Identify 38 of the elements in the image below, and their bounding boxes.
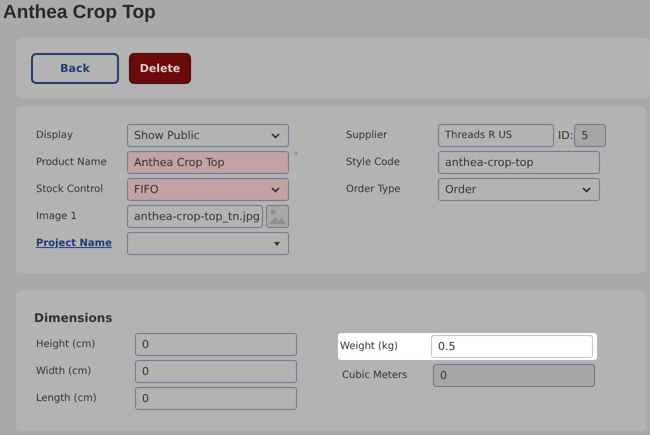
- dropdown[interactable]: [127, 232, 289, 255]
- field-label: Display: [36, 130, 74, 141]
- chevron-down-icon: [582, 186, 591, 192]
- image-icon[interactable]: [266, 205, 289, 228]
- field-label: Length (cm): [36, 393, 98, 404]
- input-field[interactable]: Threads R US: [438, 124, 554, 147]
- field-label: Stock Control: [36, 184, 104, 195]
- field-label: Supplier: [346, 130, 388, 141]
- id-label: ID:: [558, 129, 574, 142]
- section-title: Dimensions: [34, 311, 114, 325]
- chevron-down-icon: [271, 132, 280, 138]
- dropdown[interactable]: Show Public: [127, 124, 289, 147]
- dropdown[interactable]: FIFO: [127, 178, 289, 201]
- input-field[interactable]: anthea-crop-top: [438, 151, 600, 174]
- delete-button[interactable]: Delete: [129, 52, 191, 84]
- back-button[interactable]: Back: [31, 52, 119, 84]
- input-field[interactable]: 0.5: [431, 335, 593, 358]
- field-label: Product Name: [36, 157, 108, 168]
- input-field[interactable]: 0: [135, 387, 297, 410]
- required-mark: *: [294, 151, 298, 161]
- field-label: Weight (kg): [340, 341, 399, 352]
- field-label: Style Code: [346, 157, 401, 168]
- field-label: Height (cm): [36, 339, 96, 350]
- id-field[interactable]: 5: [574, 124, 606, 147]
- dropdown[interactable]: Order: [438, 178, 600, 201]
- field-label: Order Type: [346, 184, 402, 195]
- field-label: Width (cm): [36, 366, 92, 377]
- field-label: Image 1: [36, 211, 78, 222]
- input-field[interactable]: 0: [135, 360, 297, 383]
- page-title: Anthea Crop Top: [2, 1, 157, 25]
- input-field[interactable]: anthea-crop-top_tn.jpg: [127, 205, 263, 228]
- field-label: Cubic Meters: [342, 370, 408, 381]
- input-field[interactable]: Anthea Crop Top: [127, 151, 289, 174]
- input-field[interactable]: 0: [135, 333, 297, 356]
- input-field[interactable]: 0: [433, 364, 595, 387]
- caret-icon: [274, 242, 280, 246]
- chevron-down-icon: [271, 186, 280, 192]
- field-label-link[interactable]: Project Name: [36, 238, 127, 249]
